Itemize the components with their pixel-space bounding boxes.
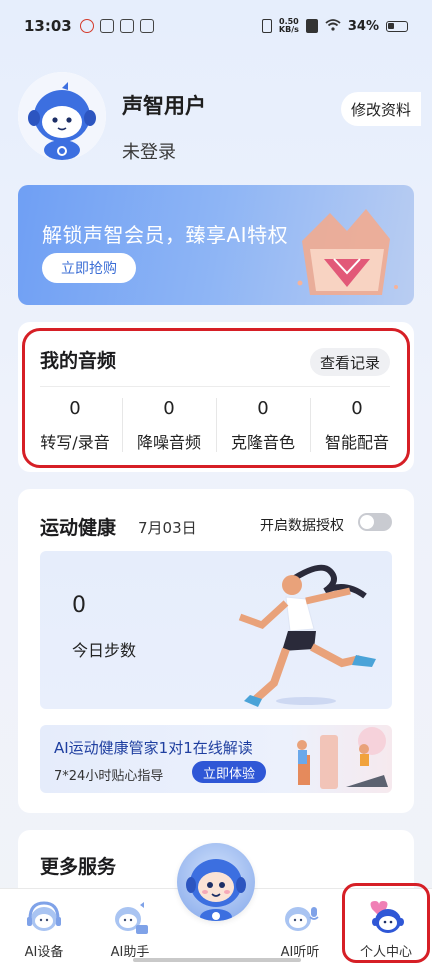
tab-ai-listen[interactable]: AI听听	[268, 895, 332, 960]
listen-mascot-icon	[285, 907, 319, 931]
login-status[interactable]: 未登录	[122, 138, 176, 164]
battery-icon	[386, 20, 408, 32]
stat-clone-voice[interactable]: 0 克隆音色	[216, 396, 310, 456]
audio-stats: 0 转写/录音 0 降噪音频 0 克隆音色 0 智能配音	[28, 396, 404, 456]
stat-label: 克隆音色	[230, 433, 295, 452]
headphone-mascot-icon	[27, 901, 61, 931]
view-records-button[interactable]: 查看记录	[309, 348, 390, 376]
stat-value: 0	[69, 398, 81, 419]
crown-gem-icon	[297, 209, 398, 295]
vip-banner[interactable]: 解锁声智会员，臻享AI特权 立即抢购	[18, 185, 414, 305]
steps-value: 0	[72, 593, 86, 618]
try-now-button[interactable]: 立即体验	[192, 761, 266, 783]
network-speed: 0.50 KB/s	[279, 18, 299, 34]
stat-transcribe-record[interactable]: 0 转写/录音	[28, 396, 122, 456]
steps-label: 今日步数	[72, 641, 137, 660]
ball-icon	[139, 19, 154, 33]
assistant-mascot-icon	[115, 902, 148, 934]
stat-value: 0	[257, 398, 269, 419]
clock: 13:03	[24, 17, 72, 35]
health-title: 运动健康	[40, 517, 117, 539]
avatar[interactable]	[18, 72, 106, 160]
weibo-icon	[79, 19, 94, 33]
my-audio-card: 我的音频 查看记录 0 转写/录音 0 降噪音频 0 克隆音色 0 智能配音	[18, 322, 414, 472]
health-card: 运动健康 7月03日 开启数据授权 0 今日步数 AI运动健康管家1对1在线解读…	[18, 489, 414, 813]
runner-illustration	[238, 564, 376, 707]
vibrate-icon	[261, 19, 272, 33]
tab-ai-assistant[interactable]: AI助手	[98, 895, 162, 960]
center-mascot-icon	[186, 859, 246, 921]
edit-profile-button[interactable]: 修改资料	[341, 92, 421, 126]
steps-panel[interactable]: 0 今日步数	[40, 551, 392, 709]
status-bar: 13:03 0.50 KB/s 34%	[0, 0, 432, 52]
home-indicator[interactable]	[133, 958, 301, 962]
battery-percentage: 34%	[347, 18, 379, 34]
coach-title: AI运动健康管家1对1在线解读	[54, 739, 253, 757]
sim-off-icon	[305, 19, 318, 33]
ai-health-coach-banner[interactable]: AI运动健康管家1对1在线解读 7*24小时贴心指导 立即体验	[40, 725, 392, 793]
coach-subtitle: 7*24小时贴心指导	[54, 769, 164, 784]
vip-banner-title: 解锁声智会员，臻享AI特权	[42, 223, 289, 247]
app-notification-icon	[99, 19, 114, 33]
tab-ai-device[interactable]: AI设备	[12, 895, 76, 960]
stat-smart-dubbing[interactable]: 0 智能配音	[310, 396, 404, 456]
more-services-title: 更多服务	[40, 856, 117, 878]
stat-denoise-audio[interactable]: 0 降噪音频	[122, 396, 216, 456]
network-speed-unit: KB/s	[278, 25, 299, 34]
stat-value: 0	[163, 398, 175, 419]
highlight-box-profile-tab	[342, 883, 430, 963]
health-date: 7月03日	[138, 519, 197, 537]
wifi-icon	[325, 18, 341, 34]
fitness-illustration	[297, 727, 388, 789]
profile-header: 声智用户 未登录 修改资料	[18, 72, 421, 164]
data-authorization-label: 开启数据授权	[260, 518, 344, 534]
divider	[40, 386, 390, 387]
tab-label: AI设备	[24, 945, 64, 960]
stat-label: 转写/录音	[40, 433, 110, 452]
username: 声智用户	[122, 94, 206, 118]
buy-now-button[interactable]: 立即抢购	[42, 253, 136, 283]
my-audio-title: 我的音频	[40, 350, 117, 372]
stat-value: 0	[351, 398, 363, 419]
notification-icons	[79, 19, 154, 33]
stat-label: 智能配音	[324, 433, 389, 452]
center-mascot-button[interactable]	[177, 843, 255, 921]
data-authorization-toggle[interactable]	[358, 513, 392, 531]
sync-icon	[119, 19, 134, 33]
stat-label: 降噪音频	[136, 433, 201, 452]
